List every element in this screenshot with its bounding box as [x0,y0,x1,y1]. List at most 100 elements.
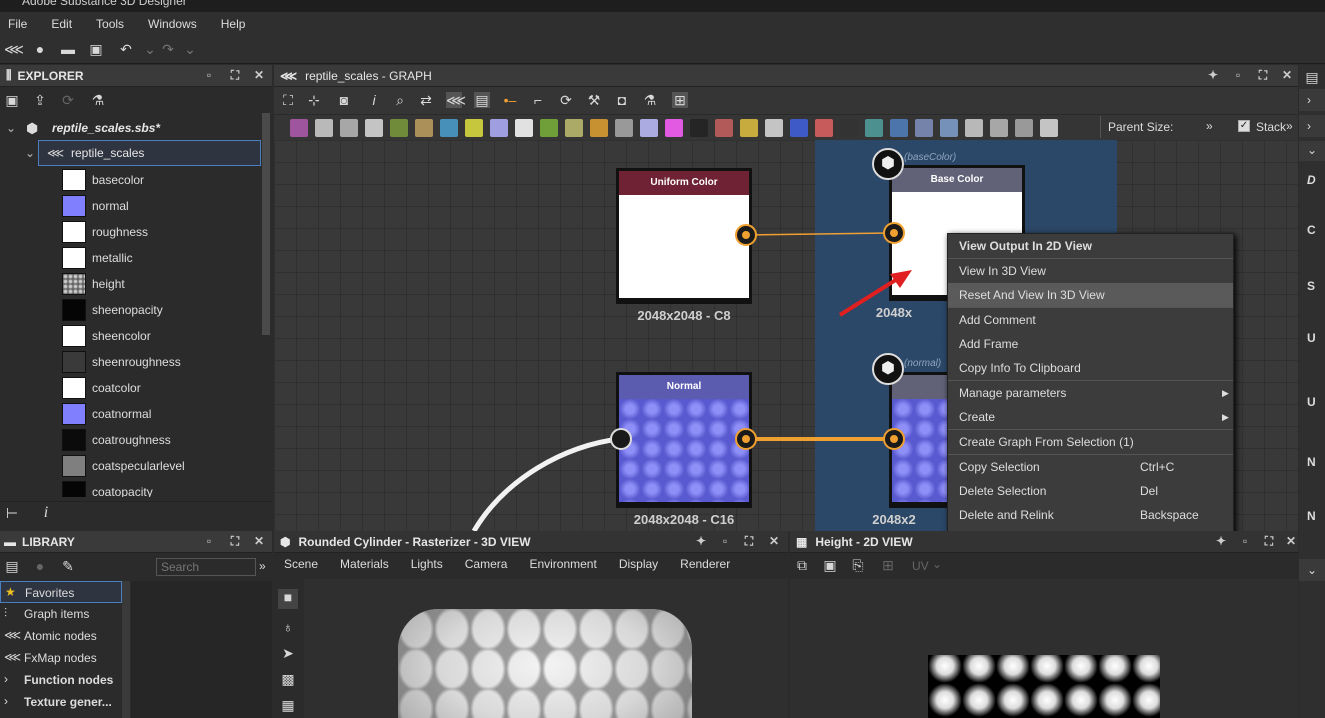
blur-icon[interactable] [490,119,508,137]
environment-icon[interactable]: ▩ [280,671,296,687]
fill-icon[interactable] [815,119,833,137]
tree-icon[interactable] [1015,119,1033,137]
pin-icon[interactable]: ✦ [1214,534,1228,548]
3d-menu-display[interactable]: Display [619,557,658,571]
pattern-icon[interactable] [715,119,733,137]
gradient-map-icon[interactable] [315,119,333,137]
input-icon[interactable] [915,119,933,137]
new-graph-icon[interactable]: ⋘ [4,41,24,57]
maximize-panel-icon[interactable]: ⛶ [228,534,242,548]
add-icon[interactable]: ▤ [4,558,20,574]
output-item[interactable]: coatspecularlevel [0,453,260,479]
tiling-icon[interactable]: ⊞ [880,557,896,573]
frame-selected-icon[interactable]: ⊹ [306,92,322,108]
publish-icon[interactable]: ⇪ [32,92,48,108]
screenshot-icon[interactable]: ◙ [336,92,352,108]
stack-checkbox[interactable]: ✓ [1238,120,1250,132]
float-panel-icon[interactable]: ▫ [1231,68,1245,82]
output-item[interactable]: coatcolor [0,375,260,401]
search-icon[interactable]: ⌕ [392,92,408,108]
maximize-panel-icon[interactable]: ⛶ [1262,534,1276,548]
refresh-icon[interactable]: ⟳ [558,92,574,108]
panel-tab[interactable]: › [1299,115,1325,137]
blend-icon[interactable] [290,119,308,137]
frame-icon[interactable] [940,119,958,137]
pin-icon[interactable]: ✦ [1206,68,1220,82]
redo-icon[interactable]: ↷ [160,41,176,57]
context-menu-item[interactable]: Manage parameters ▶ [948,381,1233,405]
context-menu-item[interactable]: Add Comment [948,308,1233,332]
levels-icon[interactable] [340,119,358,137]
layout-icon[interactable]: ▤ [474,92,490,108]
new-package-icon[interactable]: ● [32,41,48,57]
pin-icon[interactable]: ✦ [694,534,708,548]
color-wheel-icon[interactable] [665,119,683,137]
reload-icon[interactable]: ⟳ [60,92,76,108]
connect-icon[interactable] [590,119,608,137]
pbr-icon[interactable] [540,119,558,137]
pin-icon[interactable] [990,119,1008,137]
library-item[interactable]: ★ Favorites [0,581,122,603]
library-search-input[interactable] [156,558,256,576]
new-item-icon[interactable]: ● [32,558,48,574]
redo-dropdown-icon[interactable]: ⌄ [182,41,198,57]
grid-snap-icon[interactable]: ⊞ [672,92,688,108]
output-item[interactable]: coatroughness [0,427,260,453]
graph-row[interactable]: ⌄ ⋘ reptile_scales [25,140,261,166]
clean-icon[interactable]: ⚗ [642,92,658,108]
tools-icon[interactable]: ⚒ [586,92,602,108]
histogram-icon[interactable] [640,119,658,137]
library-item[interactable]: ⋘ Atomic nodes [0,625,122,647]
library-item[interactable]: › Texture gener... [0,691,122,713]
context-menu-item[interactable]: View In 3D View [948,259,1233,283]
context-menu-item[interactable]: Create ▶ [948,405,1233,429]
library-scrollbar[interactable] [122,581,130,718]
info-icon[interactable]: i [38,505,54,521]
grid-icon[interactable]: ▦ [280,697,296,713]
comment-icon[interactable] [965,119,983,137]
maximize-panel-icon[interactable]: ⛶ [742,534,756,548]
export-icon[interactable]: ⧉ [794,557,810,573]
output-item[interactable]: sheenopacity [0,297,260,323]
output-item[interactable]: sheenroughness [0,349,260,375]
output-item[interactable]: height [0,271,260,297]
library-item[interactable]: › Function nodes [0,669,122,691]
close-panel-icon[interactable]: ✕ [252,68,266,82]
counter-icon[interactable] [840,119,858,137]
context-menu-item[interactable]: Delete and Relink Backspace [948,503,1233,527]
explorer-scrollbar[interactable] [262,113,270,335]
menu-tools[interactable]: Tools [96,17,124,31]
tile-icon[interactable] [865,119,883,137]
output-item[interactable]: basecolor [0,167,260,193]
context-menu-item[interactable]: Delete Selection Del [948,479,1233,503]
save-icon[interactable]: ▣ [822,557,838,573]
info-icon[interactable]: i [366,92,382,108]
menu-windows[interactable]: Windows [148,17,197,31]
output-icon[interactable] [890,119,908,137]
package-row[interactable]: ⌄ ⬢ reptile_scales.sbs* [0,115,260,141]
3d-menu-renderer[interactable]: Renderer [680,557,730,571]
3d-menu-materials[interactable]: Materials [340,557,389,571]
chevron-down-icon[interactable]: ⌄ [25,146,35,160]
shuffle-icon[interactable] [1040,119,1058,137]
warp-icon[interactable] [465,119,483,137]
text-tool-icon[interactable] [765,119,783,137]
tree-icon[interactable]: ⊢ [4,505,20,521]
text-icon[interactable] [690,119,708,137]
uv-toggle[interactable]: UV [912,559,929,573]
camera-icon[interactable]: ■ [278,589,298,609]
link-icon[interactable]: ⇄ [418,92,434,108]
undo-icon[interactable]: ↶ [118,41,134,57]
context-menu-item[interactable]: Add Frame [948,332,1233,356]
more-chevron-icon[interactable]: » [259,559,266,573]
3d-menu-lights[interactable]: Lights [411,557,443,571]
float-panel-icon[interactable]: ▫ [202,68,216,82]
chevron-down-icon[interactable]: ⌄ [932,557,942,571]
3d-menu-scene[interactable]: Scene [284,557,318,571]
normal-icon[interactable] [440,119,458,137]
paint-icon[interactable] [565,119,583,137]
library-item[interactable]: ⋘ FxMap nodes [0,647,122,669]
cursor-icon[interactable]: ➤ [280,645,296,661]
context-menu-item[interactable]: Copy Info To Clipboard [948,356,1233,380]
graph-view-icon[interactable]: ⋘ [446,92,466,108]
